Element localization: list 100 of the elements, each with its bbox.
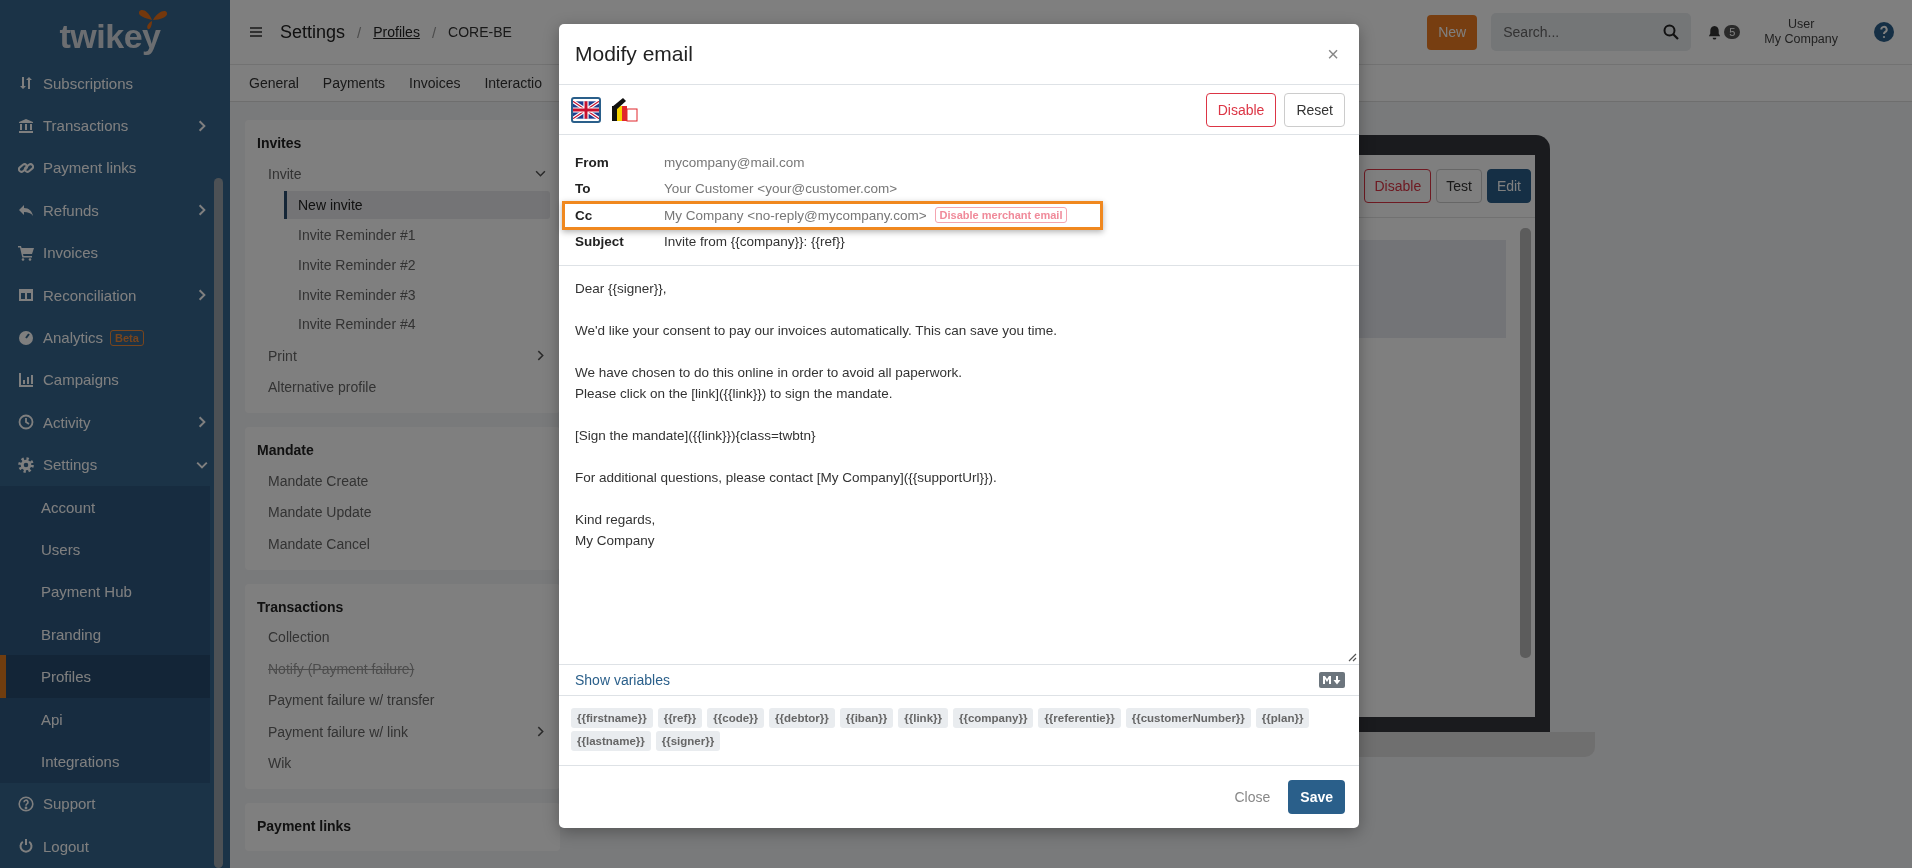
profile-menu-item[interactable]: Mandate Update <box>245 496 560 528</box>
profile-menu-subitem[interactable]: Invite Reminder #4 <box>284 310 550 339</box>
profile-menu-subitem[interactable]: Invite Reminder #3 <box>284 280 550 309</box>
profile-menu-subitem[interactable]: Invite Reminder #1 <box>284 221 550 249</box>
language-button[interactable] <box>571 96 601 123</box>
nav-label: Invoices <box>43 244 99 262</box>
variable-tag[interactable]: {{plan}} <box>1255 708 1310 728</box>
chevron-icon <box>535 168 546 180</box>
nav-subitem[interactable]: Users <box>0 528 210 571</box>
close-button[interactable]: Close <box>1228 788 1277 806</box>
variable-tag[interactable]: {{code}} <box>707 708 765 728</box>
nav-subitem[interactable]: Integrations <box>0 740 210 783</box>
variable-tag[interactable]: {{referentie}} <box>1038 708 1121 728</box>
profile-menu-item[interactable]: Alternative profile <box>245 371 560 403</box>
nav-label: Support <box>43 795 96 813</box>
nav-subitem[interactable]: Payment Hub <box>0 570 210 614</box>
field-label: To <box>575 181 592 197</box>
profile-menu-item[interactable]: Collection <box>245 621 560 653</box>
bell-icon[interactable] <box>1707 24 1723 40</box>
section-title: Transactions <box>256 597 345 617</box>
breadcrumb-link[interactable]: Profiles <box>373 24 420 40</box>
preview-button[interactable]: Disable <box>1364 169 1432 203</box>
nav-label: Analytics <box>43 329 104 347</box>
profile-menu-subitem[interactable]: Invite Reminder #2 <box>284 250 550 279</box>
breadcrumb-separator: / <box>357 23 362 41</box>
close-button[interactable]: × <box>1323 42 1343 66</box>
nav-item[interactable]: Transactions <box>0 104 230 147</box>
tab[interactable]: Payments <box>322 75 386 91</box>
breadcrumb-separator: / <box>431 23 437 41</box>
profile-menu-item[interactable]: Mandate Cancel <box>245 528 560 560</box>
profile-menu-item[interactable]: Mandate Create <box>245 465 560 497</box>
nav-icon <box>18 414 34 431</box>
search-icon[interactable] <box>1663 24 1680 40</box>
profile-menu-item[interactable]: Invite <box>245 158 560 190</box>
nav-subitem[interactable]: Account <box>0 485 210 529</box>
chevron-icon <box>196 289 208 302</box>
menu-item-label: Payment failure w/ link <box>268 723 409 740</box>
action-button[interactable]: Reset <box>1284 92 1345 127</box>
variable-tag[interactable]: {{iban}} <box>839 708 894 728</box>
tab[interactable]: Interactio <box>484 75 542 91</box>
variable-tag[interactable]: {{ref}} <box>657 708 703 728</box>
new-button[interactable]: New <box>1427 14 1478 50</box>
preview-button[interactable]: Test <box>1436 169 1482 203</box>
variable-tag[interactable]: {{firstname}} <box>571 708 653 728</box>
variable-tag[interactable]: {{link}} <box>898 708 948 728</box>
menu-item-label: Mandate Update <box>268 504 372 521</box>
breadcrumb-item: CORE-BE <box>448 24 512 40</box>
menu-icon[interactable] <box>250 27 262 37</box>
body-text-line: We have chosen to do this online in order to avoid all paperwork. <box>575 364 963 382</box>
variable-tag[interactable]: {{customerNumber}} <box>1125 708 1251 728</box>
profile-menu-item[interactable]: Wik <box>245 747 560 779</box>
nav-icon <box>18 456 34 473</box>
field-value: mycompany@mail.com <box>664 154 805 170</box>
nav-icon <box>18 287 34 304</box>
nav-subitem[interactable]: Profiles <box>0 655 210 698</box>
field-value: My Company <no-reply@mycompany.com> <box>664 207 927 223</box>
nav-icon <box>18 75 34 92</box>
nav-icon <box>18 117 34 134</box>
field-label: Cc <box>575 207 594 223</box>
profile-menu-item[interactable]: Payment failure w/ link <box>245 716 560 748</box>
tab[interactable]: Invoices <box>409 75 461 91</box>
help-icon[interactable] <box>1874 22 1894 42</box>
disable-merchant-email-button[interactable]: Disable merchant email <box>934 207 1068 224</box>
chevron-icon <box>196 204 208 217</box>
subject-field[interactable]: Invite from {{company}}: {{ref}} <box>664 234 845 250</box>
user-name[interactable]: User <box>1787 17 1815 32</box>
save-button[interactable]: Save <box>1288 780 1345 814</box>
resize-handle-icon[interactable] <box>1347 652 1357 662</box>
profile-menu-item[interactable]: Print <box>245 340 560 372</box>
body-text-line: [Sign the mandate]({{link}}){class=twbtn} <box>575 427 817 445</box>
variable-tag[interactable]: {{signer}} <box>655 731 721 751</box>
action-button[interactable]: Disable <box>1205 92 1277 127</box>
variable-tag[interactable]: {{debtor}} <box>769 708 835 728</box>
tab[interactable]: General <box>249 75 299 91</box>
variable-tag[interactable]: {{lastname}} <box>571 731 651 751</box>
profile-menu-subitem[interactable]: New invite <box>284 191 550 220</box>
field-label: From <box>575 154 610 170</box>
chevron-icon <box>196 119 208 132</box>
menu-item-label: Invite <box>268 165 302 182</box>
nav-item[interactable]: Subscriptions <box>0 62 230 105</box>
section-title: Payment links <box>256 817 353 836</box>
company-name: My Company <box>1764 32 1838 47</box>
nav-icon <box>18 838 34 855</box>
profile-menu-item[interactable]: Payment failure w/ transfer <box>245 684 560 716</box>
variable-tag[interactable]: {{company}} <box>953 708 1034 728</box>
nav-label: Reconciliation <box>43 286 137 304</box>
nav-label: Subscriptions <box>43 74 134 92</box>
nav-icon <box>18 244 34 261</box>
nav-icon <box>18 795 34 812</box>
show-variables-link[interactable]: Show variables <box>575 672 670 688</box>
menu-item-label: Wik <box>268 755 292 772</box>
preview-button[interactable]: Edit <box>1486 169 1531 203</box>
scrollbar[interactable] <box>1520 228 1531 658</box>
search-field[interactable]: Search... <box>1491 13 1692 51</box>
body-text-line: Please click on the [link]({{link}}) to sign the mandate. <box>575 385 894 403</box>
field-label: Subject <box>575 234 625 250</box>
beta-badge: Beta <box>110 329 144 346</box>
page-title: Settings <box>280 21 346 43</box>
scrollbar[interactable] <box>214 178 223 868</box>
menu-item-label: Print <box>268 347 297 364</box>
